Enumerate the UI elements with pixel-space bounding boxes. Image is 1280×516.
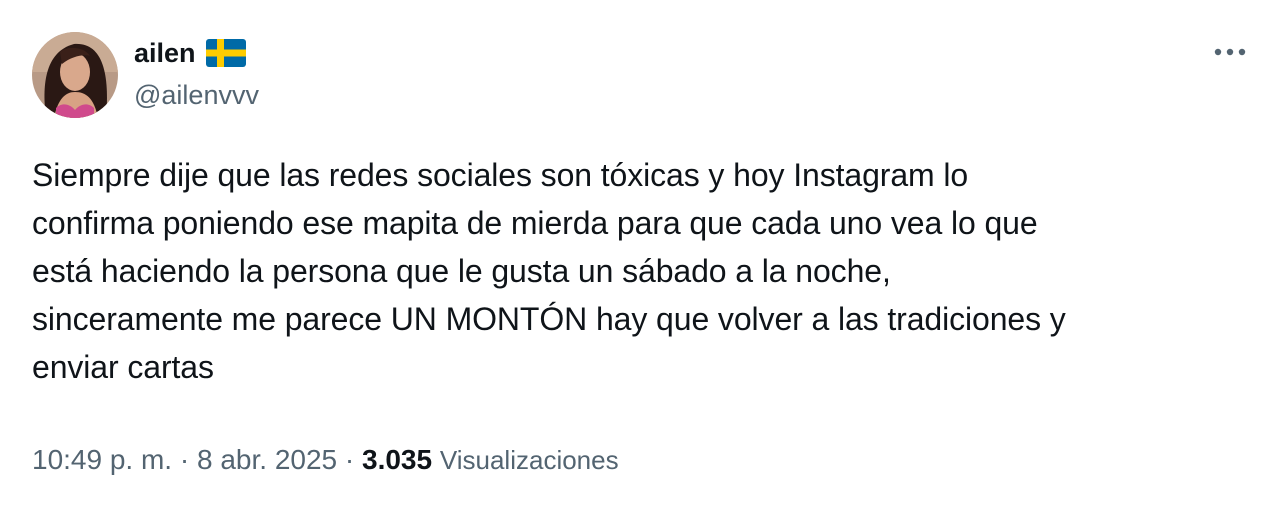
user-handle[interactable]: @ailenvvv (134, 80, 259, 111)
sweden-flag-icon (205, 39, 246, 67)
avatar-image (32, 32, 118, 118)
tweet-metadata: 10:49 p. m. · 8 abr. 2025 · 3.035 Visual… (32, 444, 619, 476)
views-label: Visualizaciones (439, 445, 619, 475)
display-name[interactable]: ailen (134, 38, 196, 69)
more-options-button[interactable] (1206, 32, 1254, 72)
tweet-time[interactable]: 10:49 p. m. (32, 444, 172, 475)
meta-separator: · (337, 444, 362, 475)
name-row: ailen (134, 36, 246, 70)
tweet-text: Siempre dije que las redes sociales son … (32, 157, 1066, 385)
avatar[interactable] (32, 32, 118, 118)
views-count: 3.035 (362, 444, 433, 475)
tweet-date[interactable]: 8 abr. 2025 (197, 444, 337, 475)
meta-separator: · (172, 444, 197, 475)
more-options-icon (1214, 48, 1246, 56)
tweet-card: ailen @ailenvvv Siempre dije que las red… (0, 0, 1280, 516)
